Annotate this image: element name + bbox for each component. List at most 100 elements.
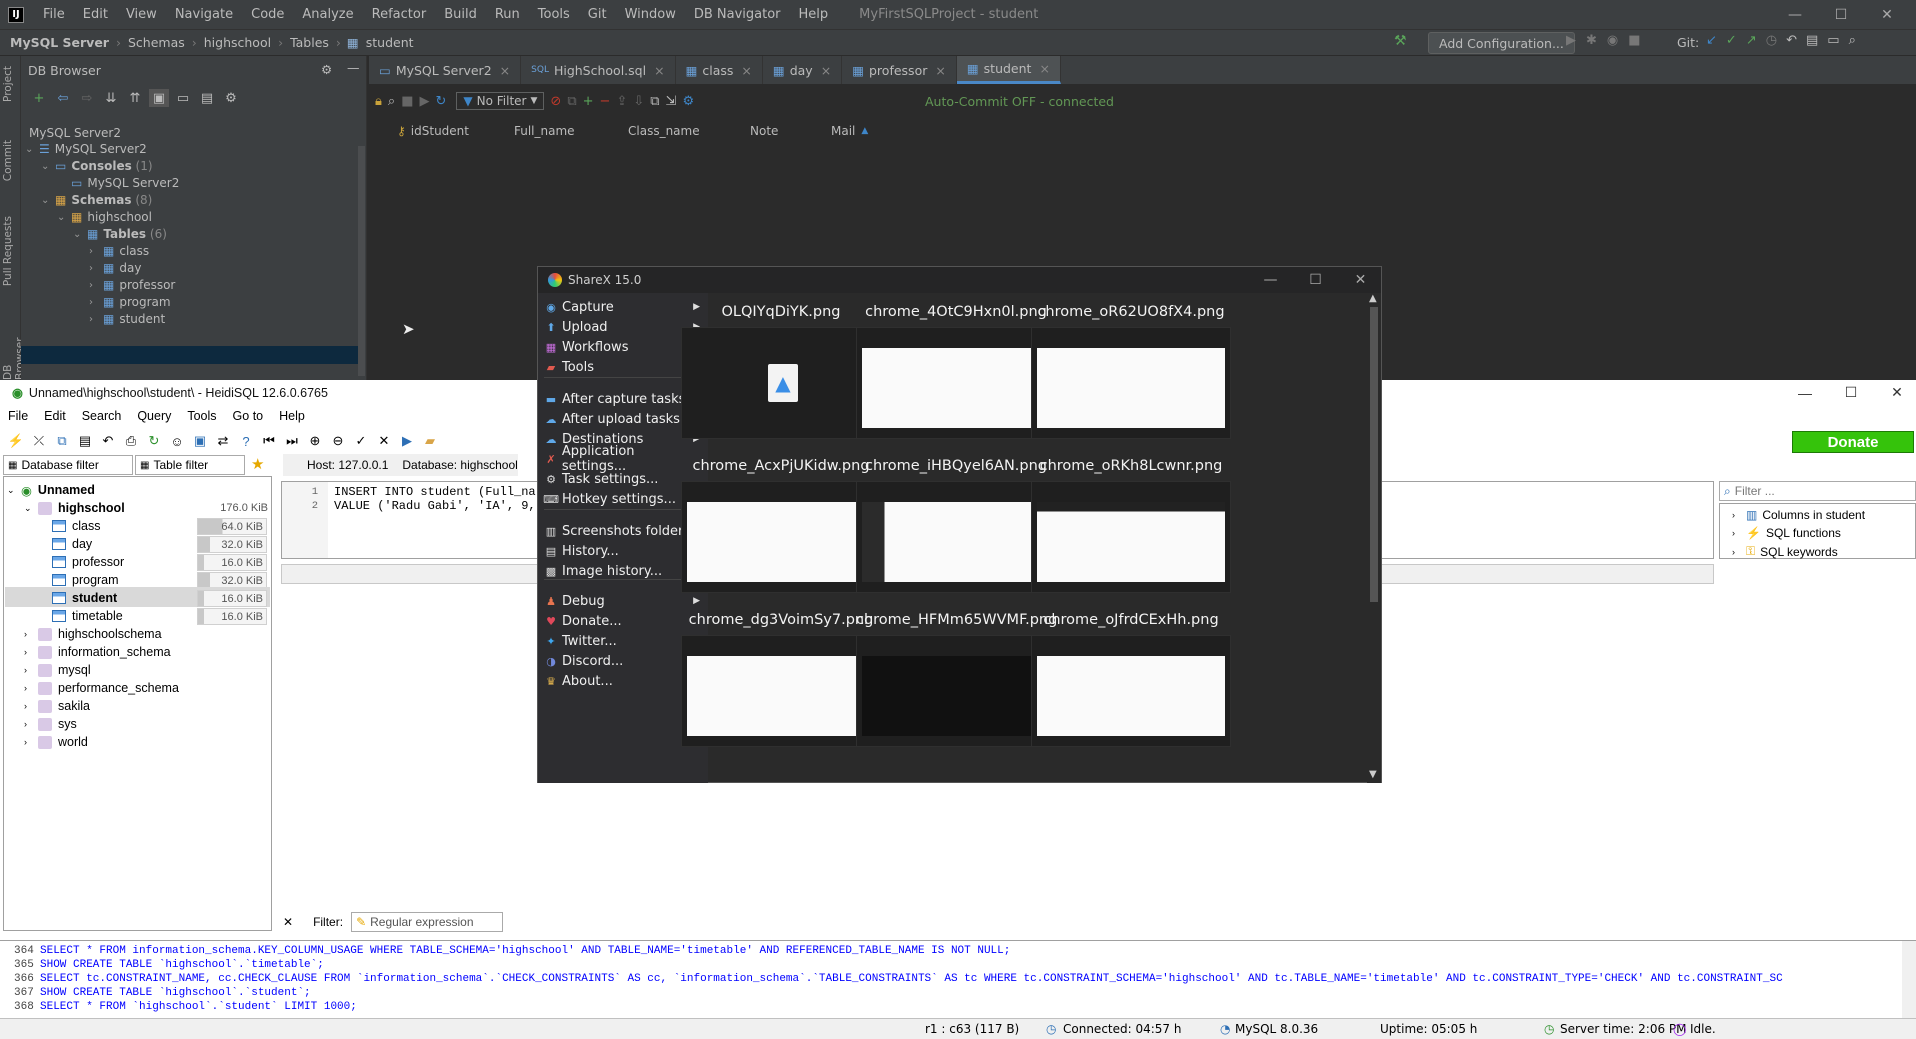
menu-refactor[interactable]: Refactor [363,7,436,22]
git-commit-icon[interactable]: ✓ [1726,33,1737,48]
project-structure-icon[interactable]: ▤ [1806,33,1818,48]
breadcrumb-connection[interactable]: MySQL Server [0,35,113,50]
connection-selector[interactable]: MySQL Server2 [29,126,121,140]
thumbnail-image[interactable]: ▲ [681,327,881,439]
compare-icon[interactable]: ⧉ [650,94,659,109]
coverage-icon[interactable]: ◉ [1607,33,1618,48]
paste-icon[interactable]: ▤ [75,431,95,451]
sharex-scrollbar[interactable]: ▲ ▼ [1367,293,1381,783]
open-sql-icon[interactable]: ▤ [197,89,217,107]
menu-view[interactable]: View [117,7,166,22]
clear-filter-icon[interactable]: ⊘ [550,94,561,109]
tab-professor[interactable]: ▦ professor × [842,56,957,84]
sharex-menu-tools[interactable]: ▰Tools▶ [544,356,702,378]
table-filter[interactable]: ▦ Table filter [135,455,245,475]
stop-icon[interactable]: ■ [401,94,413,109]
copy-icon[interactable]: ⧉ [52,431,72,451]
print-icon[interactable]: ⎙ [121,431,141,451]
first-icon[interactable]: ⏮ [259,431,279,451]
close-icon[interactable]: ✕ [1864,0,1910,29]
maximize-icon[interactable]: ☐ [1828,380,1874,405]
delete-row-icon[interactable]: − [600,94,611,109]
thumbnail-filename[interactable]: chrome_4OtC9Hxn0l.png [856,304,1056,320]
breadcrumb-table[interactable]: student [362,35,418,50]
transfer-icon[interactable]: ⇄ [213,431,233,451]
menu-git[interactable]: Git [579,7,616,22]
menu-code[interactable]: Code [242,7,293,22]
thumbnail-image[interactable] [681,635,881,747]
scroll-thumb[interactable] [1370,307,1378,602]
tree-table-student[interactable]: › ▦ student [89,309,165,329]
tab-console[interactable]: ▭ MySQL Server2 × [369,56,522,84]
sharex-menu-image-history[interactable]: ▩ Image history... [544,560,702,582]
database-filter[interactable]: ▦ Database filter [3,455,133,475]
menu-build[interactable]: Build [435,7,486,22]
commit-icon[interactable]: ⇪ [616,94,627,109]
sharex-menu-after-capture-tasks[interactable]: ▬After capture tasks▶ [544,388,702,410]
collapse-all-icon[interactable]: ⇊ [101,89,121,107]
menu-edit[interactable]: Edit [74,7,117,22]
expand-all-icon[interactable]: ⇈ [125,89,145,107]
tab-day[interactable]: ▦ day × [763,56,843,84]
sharex-menu-debug[interactable]: ♟ Debug ▶ [544,590,702,612]
close-tab-icon[interactable]: × [1039,61,1049,76]
close-icon[interactable]: ✕ [1874,380,1916,405]
execute-icon[interactable]: ▶ [397,431,417,451]
users-icon[interactable]: ☺ [167,431,187,451]
tool-tab-commit[interactable]: Commit [2,140,14,181]
close-tab-icon[interactable]: × [935,63,945,78]
donate-button[interactable]: Donate [1792,431,1914,453]
menu-tools[interactable]: Tools [179,409,224,423]
sharex-menu-after-upload-tasks[interactable]: ☁After upload tasks▶ [544,408,702,430]
tree-scrollbar[interactable] [358,146,365,376]
last-icon[interactable]: ⏭ [282,431,302,451]
run-icon[interactable]: ▶ [1566,33,1576,48]
thumbnail-filename[interactable]: chrome_oJfrdCExHh.png [1031,612,1231,628]
add-icon[interactable]: + [29,89,49,107]
settings-icon[interactable]: ⚙ [682,94,694,109]
sharex-menu-workflows[interactable]: ▦Workflows▶ [544,336,702,358]
cancel-icon[interactable]: ✕ [374,431,394,451]
sharex-menu-capture[interactable]: ◉ Capture ▶ [544,296,702,318]
column-header-full-name[interactable]: Full_name [514,120,575,142]
minimize-icon[interactable]: — [1782,380,1828,405]
menu-help[interactable]: Help [271,409,313,423]
tool-tab-pull-requests[interactable]: Pull Requests [2,216,14,286]
thumbnail-filename[interactable]: chrome_oR62UO8fX4.png [1031,304,1231,320]
filter-dropdown[interactable]: ▼ No Filter ▼ [456,92,545,110]
back-icon[interactable]: ⇦ [53,89,73,107]
history-icon[interactable]: ◷ [1766,33,1777,48]
tree-db-world[interactable]: › world [24,731,88,753]
build-hammer-icon[interactable]: ⚒ [1394,33,1407,49]
reload-icon[interactable]: ↻ [436,94,447,109]
thumbnail-image[interactable] [1031,635,1231,747]
forward-icon[interactable]: ⇨ [77,89,97,107]
rollback-icon[interactable]: ↶ [1786,33,1797,48]
add-configuration-button[interactable]: Add Configuration... [1428,32,1575,54]
sharex-menu-history[interactable]: ▤ History... [544,540,702,562]
thumbnail-filename[interactable]: chrome_iHBQyel6AN.png [856,458,1056,474]
minimize-icon[interactable]: — [1772,0,1818,29]
add-row-icon[interactable]: + [583,94,594,109]
layout-icon[interactable]: ▭ [1827,33,1839,48]
favorite-star-icon[interactable]: ★ [251,455,264,473]
menu-help[interactable]: Help [790,7,838,22]
breadcrumb-tables[interactable]: Tables [286,35,333,50]
insert-icon[interactable]: ⊕ [305,431,325,451]
rollback-icon[interactable]: ⇩ [633,94,644,109]
column-header-mail[interactable]: Mail ▲ [831,120,868,142]
tab-student[interactable]: ▦ student × [956,56,1061,84]
thumbnail-filename[interactable]: chrome_oRKh8Lcwnr.png [1031,458,1231,474]
menu-navigate[interactable]: Navigate [166,7,242,22]
settings-icon[interactable]: ⚙ [221,89,241,107]
git-update-icon[interactable]: ↙ [1706,33,1717,48]
sharex-menu-hotkey-settings[interactable]: ⌨ Hotkey settings... [543,488,702,510]
host-tab[interactable]: Host: 127.0.0.1 [283,458,388,472]
close-tab-icon[interactable]: × [500,63,510,78]
lock-icon[interactable]: 🔒︎ [375,94,382,109]
database-tab[interactable]: Database: highschool [402,458,517,472]
delete-icon[interactable]: ⊖ [328,431,348,451]
menu-search[interactable]: Search [74,409,130,423]
close-icon[interactable]: ✕ [1338,267,1383,293]
sharex-menu-discord[interactable]: ◑ Discord... [544,650,702,672]
